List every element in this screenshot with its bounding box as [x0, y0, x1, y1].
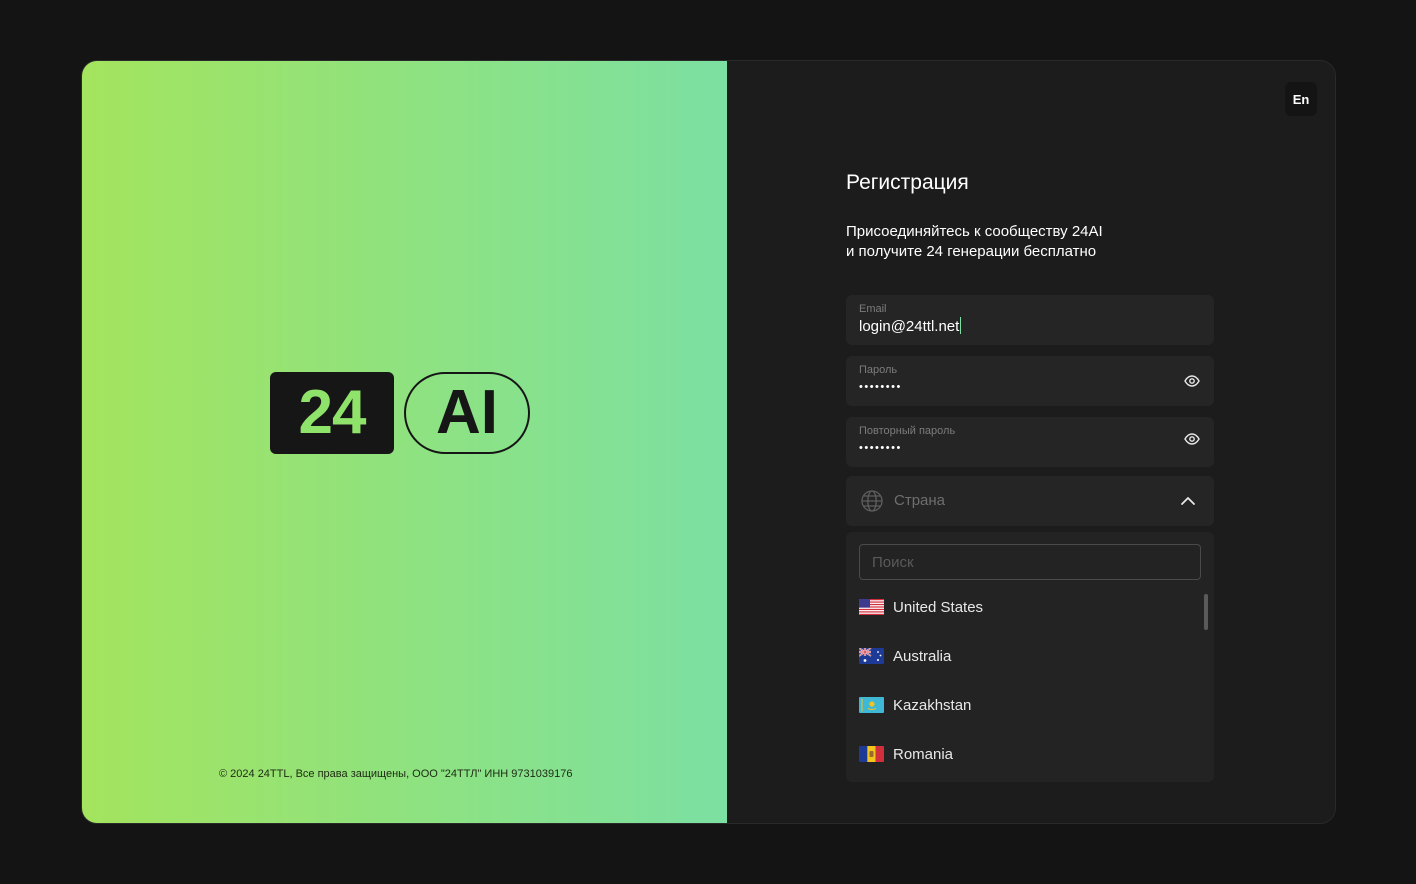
- subtitle-line-1: Присоединяйтесь к сообществу 24AI: [846, 223, 1103, 240]
- romania-flag-icon: [859, 746, 884, 762]
- country-option-australia[interactable]: Australia: [859, 644, 951, 668]
- country-placeholder: Страна: [894, 492, 946, 509]
- country-dropdown: United States Austr: [846, 532, 1214, 782]
- text-caret: [960, 317, 962, 334]
- password-value[interactable]: ••••••••: [859, 381, 902, 393]
- copyright-text: © 2024 24TTL, Все права защищены, ООО "2…: [219, 768, 573, 780]
- dropdown-scrollbar[interactable]: [1204, 594, 1208, 630]
- password-repeat-field[interactable]: Повторный пароль ••••••••: [846, 417, 1214, 467]
- language-switch-button[interactable]: En: [1285, 82, 1317, 116]
- us-flag-icon: [859, 599, 884, 615]
- password-repeat-label: Повторный пароль: [859, 425, 956, 437]
- logo-number: 24: [270, 372, 394, 454]
- brand-panel: 24 AI © 2024 24TTL, Все права защищены, …: [82, 61, 727, 823]
- page-title: Регистрация: [846, 171, 969, 194]
- email-field[interactable]: Email login@24ttl.net: [846, 295, 1214, 345]
- email-value-text: login@24ttl.net: [859, 318, 960, 335]
- country-option-romania[interactable]: Romania: [859, 742, 953, 766]
- country-select[interactable]: Страна: [846, 476, 1214, 526]
- kazakhstan-flag-icon: [859, 697, 884, 713]
- password-repeat-value[interactable]: ••••••••: [859, 442, 902, 454]
- country-search-input[interactable]: [859, 544, 1201, 580]
- subtitle-line-2: и получите 24 генерации бесплатно: [846, 243, 1097, 260]
- form-panel: En Регистрация Присоединяйтесь к сообщес…: [727, 61, 1335, 823]
- registration-form: Регистрация Присоединяйтесь к сообществу…: [846, 169, 1214, 782]
- country-option-label: Romania: [893, 745, 954, 763]
- logo-text: AI: [404, 372, 530, 454]
- country-option-us[interactable]: United States: [859, 595, 983, 619]
- country-option-kazakhstan[interactable]: Kazakhstan: [859, 693, 971, 717]
- registration-card: 24 AI © 2024 24TTL, Все права защищены, …: [81, 60, 1336, 824]
- globe-icon: [861, 490, 883, 512]
- chevron-up-icon[interactable]: [1180, 493, 1196, 509]
- password-label: Пароль: [859, 364, 898, 376]
- logo: 24 AI: [270, 372, 530, 454]
- eye-icon[interactable]: [1184, 431, 1200, 447]
- password-field[interactable]: Пароль ••••••••: [846, 356, 1214, 406]
- page-subtitle: Присоединяйтесь к сообществу 24AI и полу…: [846, 222, 1146, 262]
- country-option-label: Kazakhstan: [893, 696, 972, 714]
- australia-flag-icon: [859, 648, 884, 664]
- eye-icon[interactable]: [1184, 373, 1200, 389]
- email-value[interactable]: login@24ttl.net: [859, 317, 962, 335]
- country-option-label: United States: [893, 598, 984, 616]
- country-option-label: Australia: [893, 647, 952, 665]
- email-label: Email: [859, 303, 887, 315]
